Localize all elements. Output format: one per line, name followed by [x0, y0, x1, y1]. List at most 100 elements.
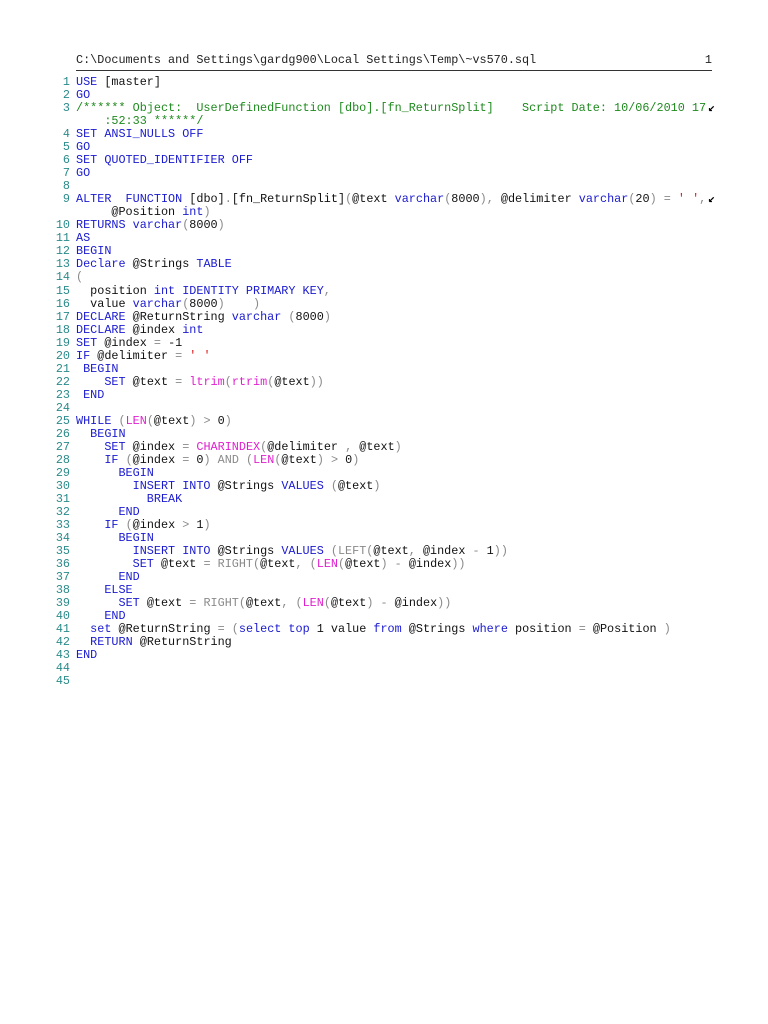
line-number: 45 [55, 674, 70, 689]
code-token: ) [663, 622, 671, 637]
code-token: @Strings [401, 622, 473, 637]
line-number: 17 [55, 309, 70, 324]
code-token: @index [394, 596, 438, 611]
code-token: )) [309, 374, 324, 389]
line-number: 19 [55, 335, 70, 350]
code-token: @ReturnString [132, 635, 232, 650]
code-token: 1 value [309, 622, 374, 637]
code-token: @index [132, 518, 183, 533]
code-token: select top [238, 622, 310, 637]
wrap-arrow-icon: ↙ [708, 192, 716, 207]
code-token: ) [323, 309, 331, 324]
code-token: @text [345, 557, 381, 572]
code-token: VALUES [281, 544, 324, 559]
code-token: END [76, 387, 105, 402]
code-token: varchar [394, 192, 445, 207]
code-token: END [76, 648, 98, 663]
code-token: SET [76, 335, 98, 350]
code-token: @delimiter [267, 439, 346, 454]
code-token: END [76, 570, 140, 585]
code-token: IF [76, 348, 91, 363]
code-token: BEGIN [76, 361, 119, 376]
code-token: = [153, 335, 161, 350]
line-text: RETURNS varchar(8000) [76, 219, 225, 232]
code-token: ) [203, 205, 211, 220]
code-token: 1 [196, 518, 204, 533]
code-token: @index [125, 439, 183, 454]
code-token: ( [118, 518, 133, 533]
code-token: - [472, 544, 487, 559]
code-token: 8000 [295, 309, 324, 324]
code-token: @Strings [210, 544, 282, 559]
code-token: @text [352, 192, 395, 207]
code-token: @text [153, 557, 204, 572]
code-token: = [182, 439, 197, 454]
code-token: , [699, 192, 707, 207]
code-token: rtrim [231, 374, 268, 389]
code-token: BEGIN [76, 244, 112, 259]
code-token: ) [373, 478, 381, 493]
line-number: 2 [62, 88, 70, 103]
code-token: ELSE [76, 583, 133, 598]
code-token: ( [323, 478, 338, 493]
code-token: [master] [97, 75, 161, 89]
code-token: ), [479, 192, 494, 207]
code-token: 0 [217, 413, 225, 428]
code-token: ' ' [189, 348, 211, 363]
code-token: LEN [125, 413, 147, 428]
line-number: 20 [55, 348, 70, 363]
line-number: 9 [62, 192, 70, 207]
line-number: 15 [55, 283, 70, 298]
code-token: WHILE [76, 413, 112, 428]
line-number: 21 [55, 361, 70, 376]
code-token: int [182, 205, 204, 220]
code-token: BEGIN [76, 531, 154, 546]
line-number: 22 [55, 374, 70, 389]
code-token: , ( [295, 557, 317, 572]
code-token: @text [139, 596, 190, 611]
code-token: @ReturnString [111, 622, 218, 637]
line-number: 27 [55, 439, 70, 454]
code-token: , ( [281, 596, 303, 611]
code-token: SET ANSI_NULLS OFF [76, 127, 204, 142]
code-token: varchar [231, 309, 282, 324]
code-token: ) - [380, 557, 409, 572]
code-token: position [507, 622, 579, 637]
code-token: ( [281, 309, 296, 324]
code-token: @Strings [210, 478, 282, 493]
code-token: , [323, 283, 331, 298]
code-token: RETURNS varchar [76, 218, 183, 233]
code-token: INSERT INTO [132, 478, 211, 493]
code-token: @delimiter [90, 348, 176, 363]
code-token: LEN [302, 596, 324, 611]
line-text: GO [76, 167, 90, 180]
code-token: 0 [196, 452, 204, 467]
code-token: @index [132, 452, 183, 467]
code-token: @text [260, 557, 296, 572]
code-token: ' ' [677, 192, 700, 207]
code-token: SET QUOTED_IDENTIFIER OFF [76, 153, 253, 168]
page-number: 1 [704, 53, 712, 67]
line-number: 23 [55, 387, 70, 402]
code-token: (LEFT( [323, 544, 374, 559]
line-number: 25 [55, 413, 70, 428]
line-number: 8 [62, 179, 70, 194]
line-text: SET @text = ltrim(rtrim(@text)) [76, 374, 324, 389]
code-token: ) > [189, 413, 218, 428]
code-token: position [76, 283, 154, 298]
code-token: GO [76, 140, 91, 155]
page-header: C:\Documents and Settings\gardg900\Local… [76, 52, 712, 71]
line-number: 7 [62, 166, 70, 181]
code-token: DECLARE [76, 309, 126, 324]
code-token: int IDENTITY PRIMARY KEY [153, 283, 324, 298]
code-token: /****** Object: UserDefinedFunction [dbo… [76, 101, 707, 116]
line-number: 3 [62, 101, 70, 116]
code-token: @text [330, 596, 367, 611]
code-token: varchar [132, 296, 183, 311]
line-number: 24 [55, 400, 70, 415]
code-token: IF [104, 518, 119, 533]
